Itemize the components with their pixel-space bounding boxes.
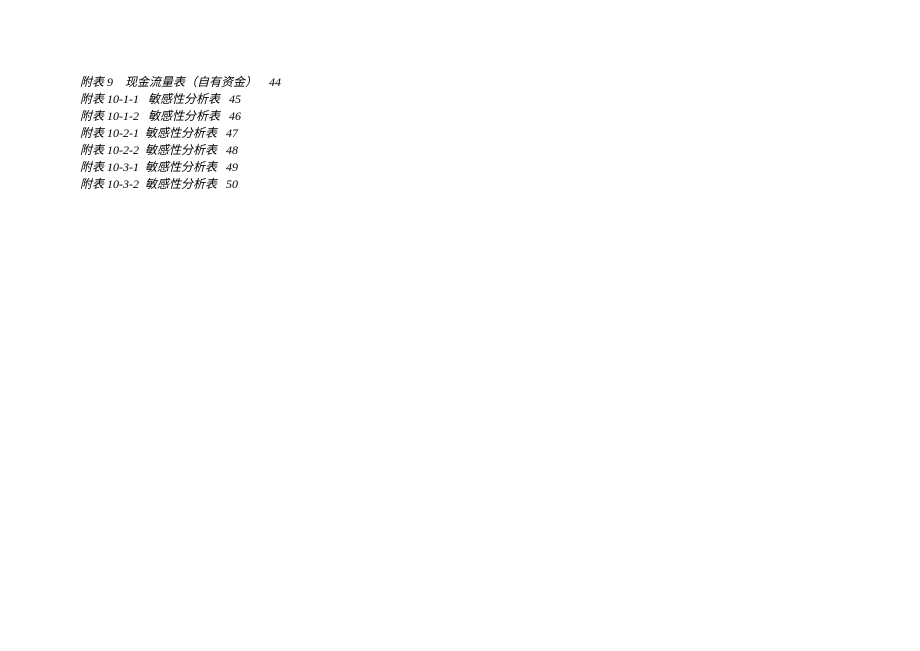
toc-entry: 附表 10-2-1 敏感性分析表 47	[80, 125, 920, 142]
toc-entry: 附表 10-3-2 敏感性分析表 50	[80, 176, 920, 193]
toc-entry: 附表 10-2-2 敏感性分析表 48	[80, 142, 920, 159]
toc-entry: 附表 10-3-1 敏感性分析表 49	[80, 159, 920, 176]
toc-list: 附表 9 现金流量表（自有资金） 44 附表 10-1-1 敏感性分析表 45 …	[80, 74, 920, 193]
toc-entry: 附表 10-1-1 敏感性分析表 45	[80, 91, 920, 108]
toc-entry: 附表 10-1-2 敏感性分析表 46	[80, 108, 920, 125]
toc-entry: 附表 9 现金流量表（自有资金） 44	[80, 74, 920, 91]
